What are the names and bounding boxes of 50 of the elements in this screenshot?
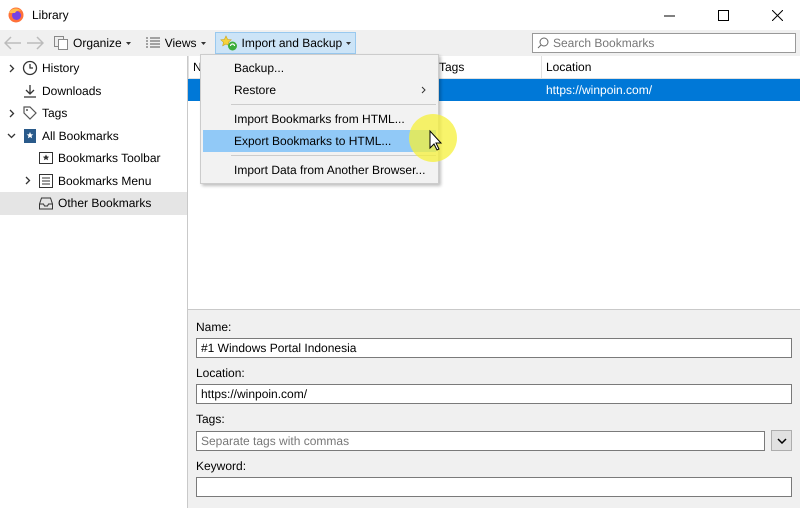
field-label: Name: [196,319,232,334]
clock-icon [22,60,38,76]
toolbar-menu-button[interactable]: Organize [48,32,136,54]
chevron-down-icon[interactable] [6,131,16,140]
star-toolbar-icon [38,150,54,166]
cursor-icon [408,113,458,163]
sidebar-item[interactable]: Bookmarks Toolbar [0,147,187,170]
star-refresh-icon [220,35,238,51]
list-icon [144,35,161,51]
chevron-right-icon[interactable] [22,176,32,186]
input-field[interactable]: Separate tags with commas [196,430,765,450]
tag-icon [22,105,38,122]
browser-logo-icon [8,7,24,23]
download-icon [22,82,38,99]
window-title: Library [32,8,70,22]
sidebar-item[interactable]: Downloads [0,80,187,102]
sidebar-item[interactable]: Other Bookmarks [0,192,187,214]
chevron-right-icon [421,86,426,94]
chevron-down-icon [776,438,786,444]
column-header[interactable]: Location [541,56,800,78]
search-field[interactable]: Search Bookmarks [532,33,796,53]
maximize-icon [718,10,728,20]
list-icon [38,172,54,189]
toolbar-menu-button[interactable]: Import and Backup [214,32,356,54]
menu-item[interactable]: Import Data from Another Browser... [203,159,436,181]
sidebar-item[interactable]: Bookmarks Menu [0,170,187,192]
chevron-right-icon[interactable] [6,108,16,118]
menu-item[interactable]: Restore [203,79,436,101]
tray-icon [38,195,54,212]
caret-icon [346,42,352,44]
dropdown-button[interactable] [771,430,792,451]
table-cell: https://winpoin.com/ [546,83,652,97]
input-field[interactable] [196,477,792,497]
field-label: Location: [196,365,246,380]
caret-icon [200,42,206,44]
input-field[interactable]: #1 Windows Portal Indonesia [196,338,792,358]
toolbar-menu-button[interactable]: Views [140,32,210,54]
sidebar-item[interactable]: History [0,57,187,80]
copy-icon [53,35,69,51]
caret-icon [126,42,131,44]
sidebar-item[interactable]: Tags [0,102,187,124]
close-icon [772,10,782,20]
input-field[interactable]: https://winpoin.com/ [196,384,792,404]
menu-item[interactable]: Backup... [203,57,436,79]
bookmarks-book-icon [22,128,38,144]
chevron-right-icon[interactable] [6,64,16,73]
search-icon [537,37,549,49]
field-label: Keyword: [196,458,248,473]
sidebar-item[interactable]: All Bookmarks [0,124,187,147]
field-label: Tags: [196,411,226,426]
